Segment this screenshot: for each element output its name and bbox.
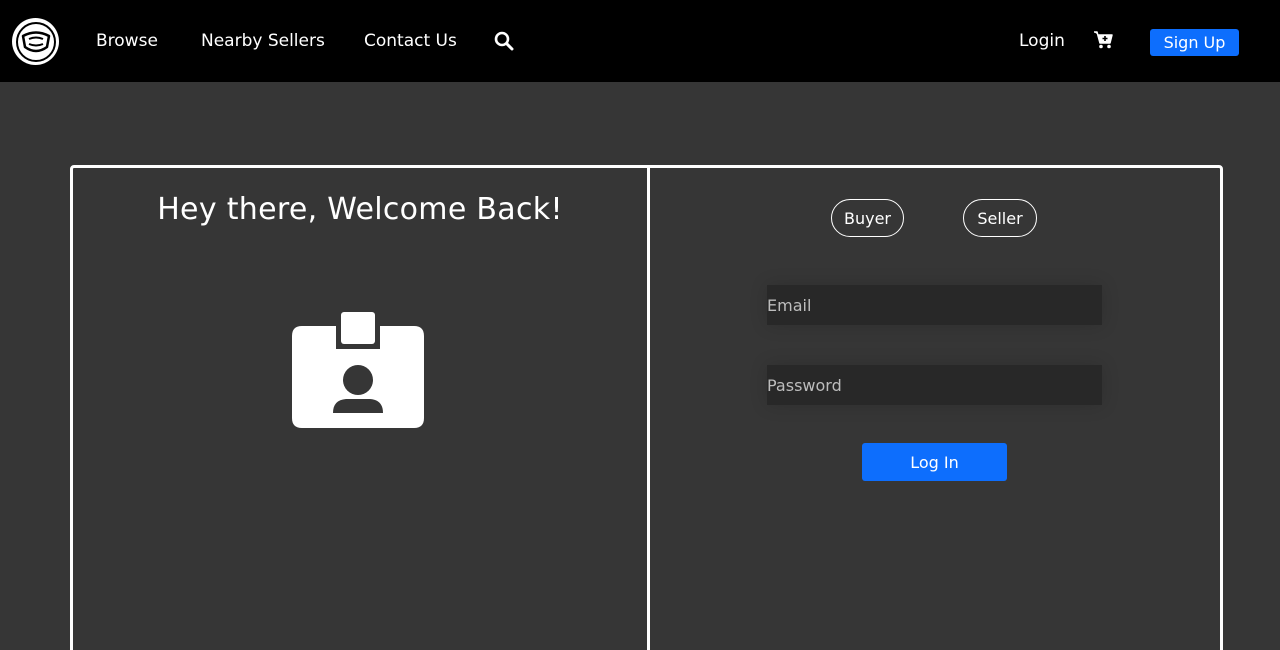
search-icon[interactable]	[494, 31, 514, 51]
nav-link-nearby-sellers[interactable]: Nearby Sellers	[201, 30, 325, 52]
logo[interactable]	[12, 18, 59, 65]
login-card: Hey there, Welcome Back! Buyer Seller Lo…	[70, 165, 1223, 650]
buyer-toggle-button[interactable]: Buyer	[831, 199, 904, 237]
welcome-title: Hey there, Welcome Back!	[157, 192, 563, 227]
card-divider	[647, 168, 650, 650]
face-mask-icon	[15, 21, 56, 62]
email-field[interactable]	[767, 285, 1102, 325]
sign-up-button[interactable]: Sign Up	[1150, 29, 1239, 56]
top-navbar: Browse Nearby Sellers Contact Us Login S…	[0, 0, 1280, 82]
cart-plus-icon[interactable]	[1094, 31, 1114, 49]
log-in-button[interactable]: Log In	[862, 443, 1007, 481]
nav-link-login[interactable]: Login	[1019, 30, 1065, 52]
nav-link-contact-us[interactable]: Contact Us	[364, 30, 457, 52]
nav-link-browse[interactable]: Browse	[96, 30, 158, 52]
seller-toggle-button[interactable]: Seller	[963, 199, 1037, 237]
id-badge-icon	[292, 312, 424, 428]
password-field[interactable]	[767, 365, 1102, 405]
